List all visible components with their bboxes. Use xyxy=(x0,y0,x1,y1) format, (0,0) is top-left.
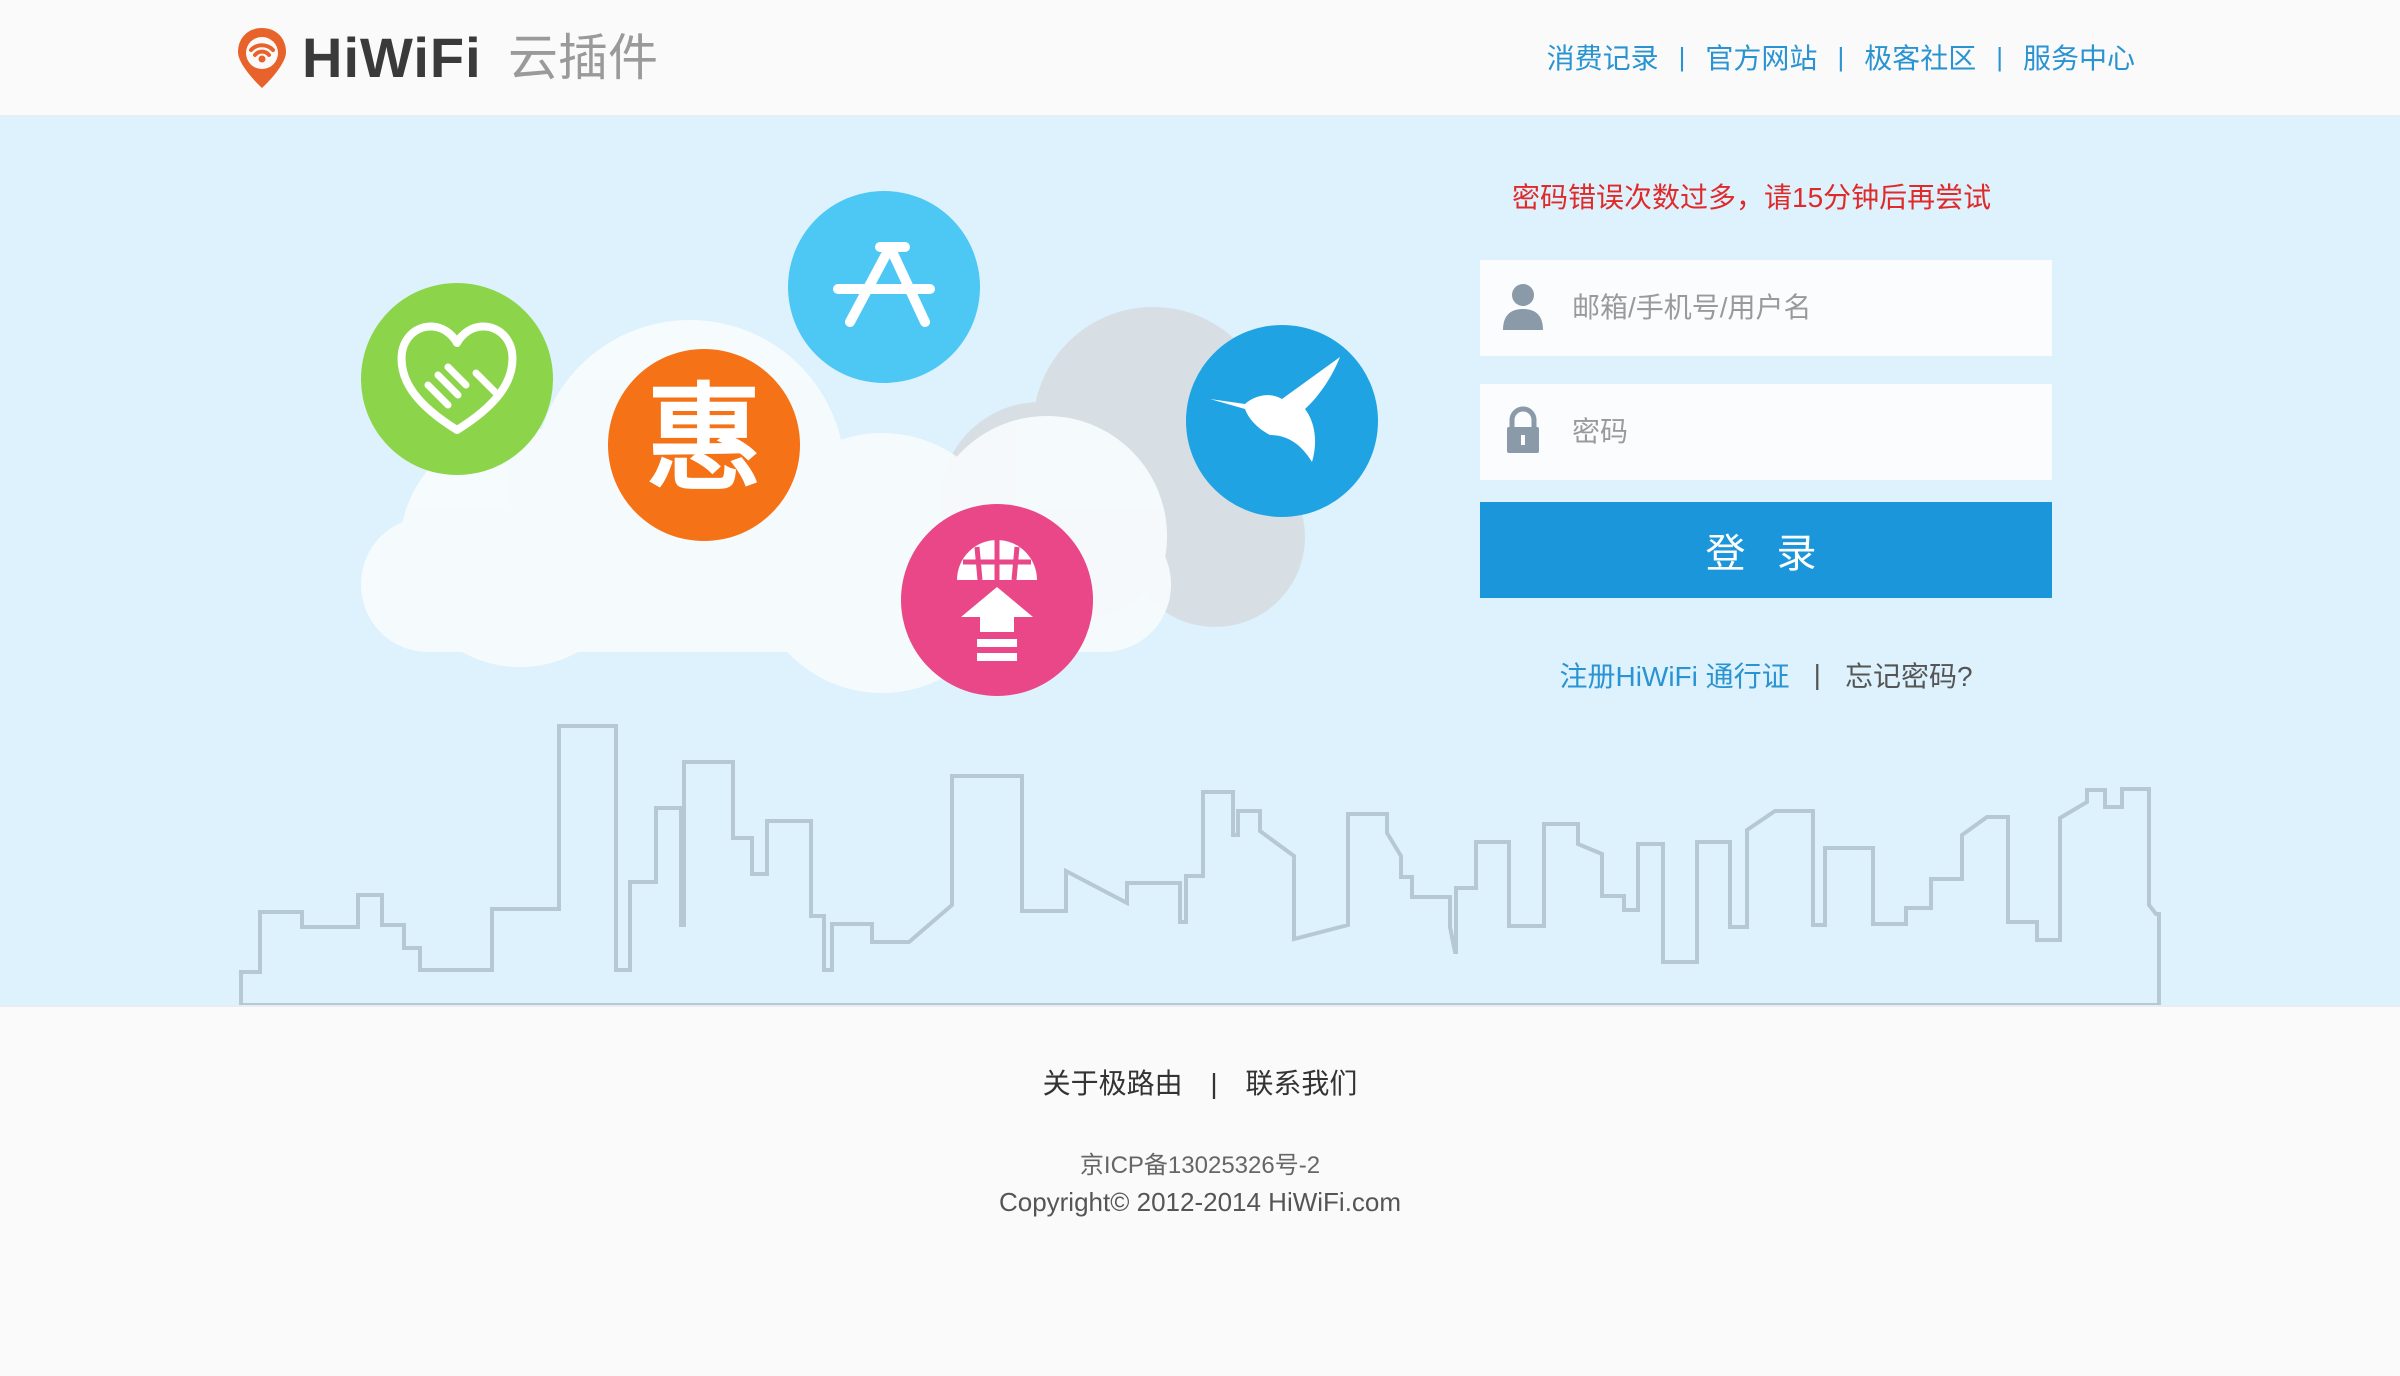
icp-license[interactable]: 京ICP备13025326号-2 xyxy=(0,1145,2400,1180)
forgot-password-link[interactable]: 忘记密码? xyxy=(1845,655,1973,695)
nav-separator: | xyxy=(1837,41,1845,72)
error-message: 密码错误次数过多，请15分钟后再尝试 xyxy=(1512,182,1992,213)
password-input[interactable] xyxy=(1572,384,2032,480)
username-input[interactable] xyxy=(1572,260,2032,356)
user-icon xyxy=(1503,284,1543,330)
app-store-icon xyxy=(788,191,980,383)
link-separator: | xyxy=(1813,659,1821,690)
logo-subtitle: 云插件 xyxy=(508,30,658,86)
footer-links: 关于极路由 | 联系我们 xyxy=(0,1062,2400,1102)
location-wifi-icon xyxy=(238,28,286,88)
hummingbird-icon xyxy=(1186,325,1378,517)
copyright-text: Copyright© 2012-2014 HiWiFi.com xyxy=(998,1187,1402,1217)
svg-text:惠: 惠 xyxy=(646,372,762,507)
top-header: HiWiFi 云插件 消费记录 | 官方网站 | 极客社区 | 服务中心 xyxy=(0,0,2400,117)
footer-about-link[interactable]: 关于极路由 xyxy=(1043,1068,1183,1099)
footer-contact-link[interactable]: 联系我们 xyxy=(1245,1068,1357,1099)
nav-purchase-history[interactable]: 消费记录 xyxy=(1547,37,1659,77)
footer-separator: | xyxy=(1210,1068,1218,1099)
handshake-icon xyxy=(361,283,553,475)
nav-official-site[interactable]: 官方网站 xyxy=(1705,37,1817,77)
top-navigation: 消费记录 | 官方网站 | 极客社区 | 服务中心 xyxy=(1547,34,2135,80)
globe-upload-icon xyxy=(901,504,1093,696)
register-link[interactable]: 注册HiWiFi 通行证 xyxy=(1559,655,1789,695)
lock-icon xyxy=(1507,406,1539,453)
hero-section: 惠 密码错误次数过多，请15分钟后再尝试 邮箱/手机号/用户名 登 录 注册Hi… xyxy=(0,117,2400,1005)
login-links: 注册HiWiFi 通行证 | 忘记密码? xyxy=(1480,655,2052,695)
city-skyline xyxy=(239,724,2161,1005)
password-field[interactable] xyxy=(1480,384,2052,480)
logo-brand-text: HiWiFi xyxy=(302,26,482,89)
page-footer: 关于极路由 | 联系我们 京ICP备13025326号-2 Copyright©… xyxy=(0,1005,2400,1376)
nav-separator: | xyxy=(1996,41,2003,72)
nav-service-center[interactable]: 服务中心 xyxy=(2023,37,2135,77)
hui-discount-icon: 惠 xyxy=(608,349,800,541)
username-field[interactable] xyxy=(1480,260,2052,356)
login-button[interactable]: 登 录 xyxy=(1480,502,2052,598)
nav-separator: | xyxy=(1678,41,1686,72)
nav-geek-community[interactable]: 极客社区 xyxy=(1864,37,1976,77)
